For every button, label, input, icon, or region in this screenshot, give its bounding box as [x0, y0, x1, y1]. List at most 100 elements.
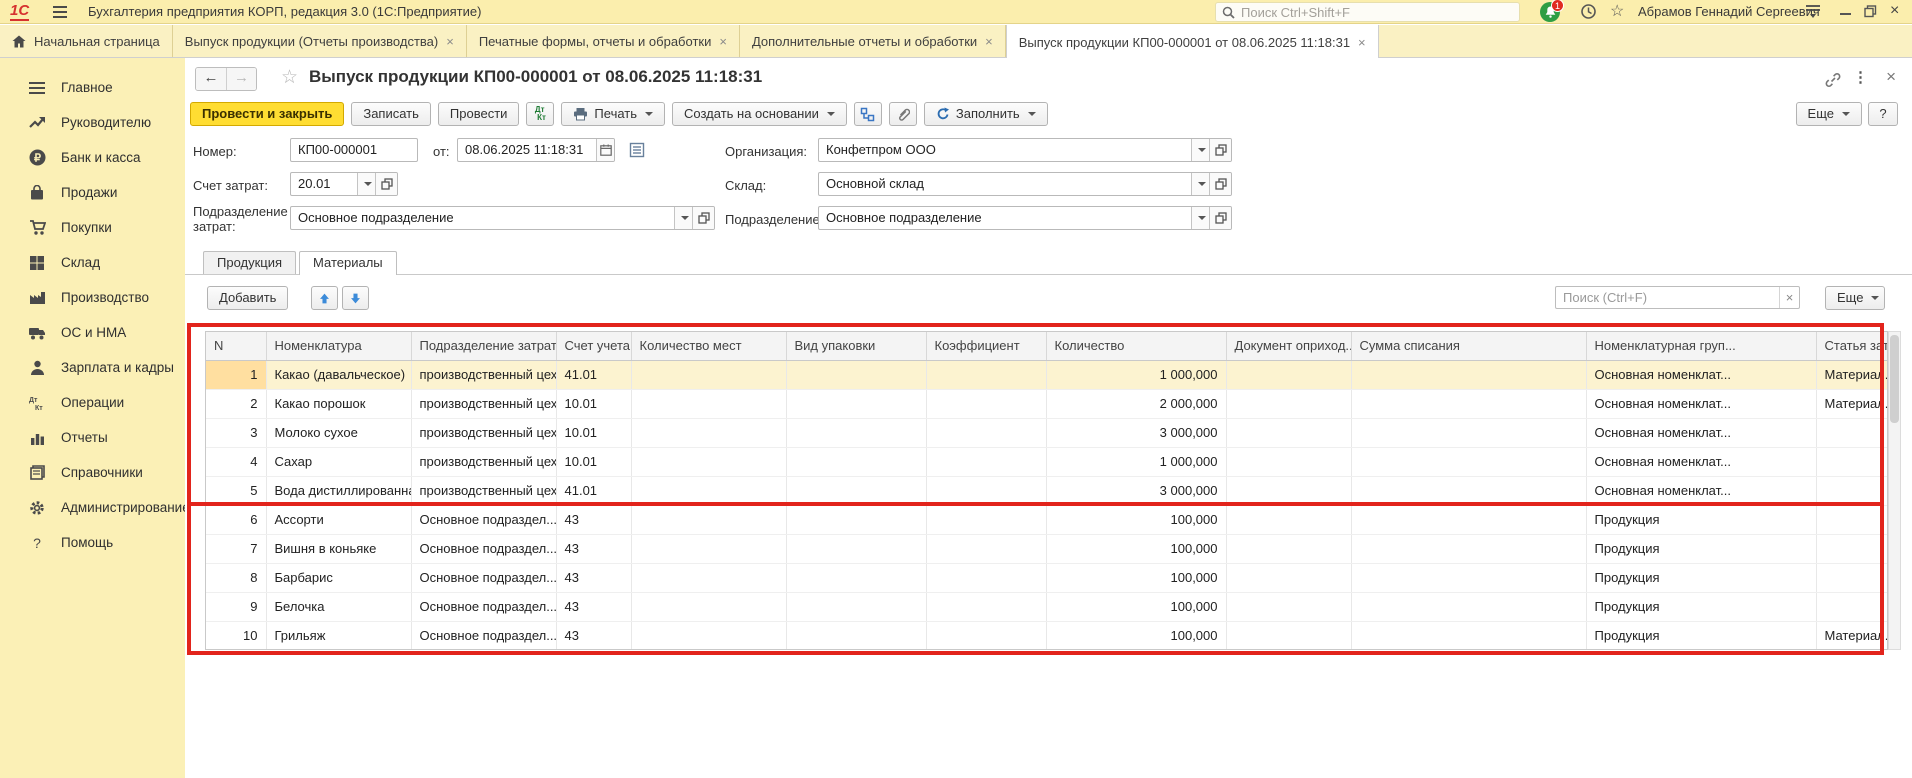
column-header-receipt-document[interactable]: Документ оприход... [1226, 332, 1351, 360]
cell-receipt-document[interactable] [1226, 563, 1351, 592]
more-button[interactable]: Еще [1796, 102, 1862, 126]
cell-writeoff-sum[interactable] [1351, 621, 1586, 650]
table-row[interactable]: 10ГрильяжОсновное подраздел...43100,000П… [206, 621, 1888, 650]
cell-cost-department[interactable]: производственный цех [411, 476, 556, 505]
cell-package-type[interactable] [786, 447, 926, 476]
cell-nomenclature[interactable]: Какао (давальческое) [266, 360, 411, 389]
open-link-icon[interactable] [1209, 207, 1231, 229]
cell-quantity[interactable]: 100,000 [1046, 592, 1226, 621]
cell-package-type[interactable] [786, 360, 926, 389]
clear-search-icon[interactable]: × [1779, 287, 1799, 308]
cell-coefficient[interactable] [926, 534, 1046, 563]
cell-package-type[interactable] [786, 621, 926, 650]
open-link-icon[interactable] [1209, 139, 1231, 161]
move-row-down-button[interactable] [342, 286, 369, 310]
move-row-up-button[interactable] [311, 286, 338, 310]
cell-coefficient[interactable] [926, 563, 1046, 592]
tab-products[interactable]: Продукция [203, 251, 296, 274]
cell-n[interactable]: 3 [206, 418, 266, 447]
cell-writeoff-sum[interactable] [1351, 447, 1586, 476]
cell-nomenclature[interactable]: Грильяж [266, 621, 411, 650]
cell-coefficient[interactable] [926, 447, 1046, 476]
cell-places[interactable] [631, 476, 786, 505]
tab-home[interactable]: Начальная страница [0, 25, 173, 57]
table-row[interactable]: 9БелочкаОсновное подраздел...43100,000Пр… [206, 592, 1888, 621]
cell-cost-item[interactable] [1816, 592, 1888, 621]
table-row[interactable]: 5Вода дистиллированнаяпроизводственный ц… [206, 476, 1888, 505]
tab-materials[interactable]: Материалы [299, 251, 397, 275]
cell-account[interactable]: 10.01 [556, 389, 631, 418]
cell-nomenclature-group[interactable]: Основная номенклат... [1586, 360, 1816, 389]
cell-account[interactable]: 10.01 [556, 447, 631, 476]
cell-n[interactable]: 10 [206, 621, 266, 650]
cell-quantity[interactable]: 100,000 [1046, 563, 1226, 592]
cell-cost-department[interactable]: Основное подраздел... [411, 534, 556, 563]
cell-nomenclature-group[interactable]: Продукция [1586, 563, 1816, 592]
main-menu-icon[interactable] [52, 5, 68, 19]
print-button[interactable]: Печать [561, 102, 665, 126]
cell-cost-item[interactable] [1816, 418, 1888, 447]
cell-quantity[interactable]: 1 000,000 [1046, 447, 1226, 476]
cell-places[interactable] [631, 563, 786, 592]
cell-nomenclature[interactable]: Сахар [266, 447, 411, 476]
cell-cost-department[interactable]: Основное подраздел... [411, 505, 556, 534]
cell-quantity[interactable]: 1 000,000 [1046, 360, 1226, 389]
cell-cost-department[interactable]: Основное подраздел... [411, 621, 556, 650]
current-user[interactable]: Абрамов Геннадий Сергеевич [1638, 4, 1820, 19]
cell-nomenclature[interactable]: Белочка [266, 592, 411, 621]
tab-print-forms[interactable]: Печатные формы, отчеты и обработки × [467, 25, 740, 57]
cell-nomenclature[interactable]: Молоко сухое [266, 418, 411, 447]
cell-receipt-document[interactable] [1226, 418, 1351, 447]
related-documents-button[interactable] [854, 102, 882, 126]
cell-quantity[interactable]: 100,000 [1046, 534, 1226, 563]
cost-account-field[interactable]: 20.01 [290, 172, 398, 196]
cell-account[interactable]: 43 [556, 563, 631, 592]
sidebar-item-catalogs[interactable]: Справочники [0, 455, 185, 490]
column-header-cost-item[interactable]: Статья затрат [1816, 332, 1888, 360]
sidebar-item-administration[interactable]: Администрирование [0, 490, 185, 525]
close-window-icon[interactable]: × [1890, 1, 1899, 21]
minimize-icon[interactable] [1840, 13, 1851, 15]
column-header-n[interactable]: N [206, 332, 266, 360]
cell-nomenclature[interactable]: Барбарис [266, 563, 411, 592]
cost-department-field[interactable]: Основное подразделение [290, 206, 715, 230]
cell-coefficient[interactable] [926, 592, 1046, 621]
cell-n[interactable]: 1 [206, 360, 266, 389]
cell-places[interactable] [631, 389, 786, 418]
cell-cost-department[interactable]: производственный цех [411, 447, 556, 476]
write-button[interactable]: Записать [351, 102, 431, 126]
cell-cost-item[interactable] [1816, 534, 1888, 563]
cell-nomenclature-group[interactable]: Продукция [1586, 621, 1816, 650]
cell-coefficient[interactable] [926, 389, 1046, 418]
cell-n[interactable]: 4 [206, 447, 266, 476]
close-tab-icon[interactable]: × [1358, 36, 1366, 49]
cell-places[interactable] [631, 418, 786, 447]
back-button[interactable]: ← [196, 68, 226, 90]
cell-account[interactable]: 10.01 [556, 418, 631, 447]
grid-search-input[interactable]: Поиск (Ctrl+F) × [1555, 286, 1800, 309]
cell-n[interactable]: 2 [206, 389, 266, 418]
table-scrollbar[interactable] [1888, 331, 1901, 650]
cell-writeoff-sum[interactable] [1351, 563, 1586, 592]
history-icon[interactable] [1580, 3, 1597, 20]
cell-receipt-document[interactable] [1226, 592, 1351, 621]
maximize-icon[interactable] [1864, 5, 1877, 18]
cell-places[interactable] [631, 447, 786, 476]
cell-cost-item[interactable] [1816, 505, 1888, 534]
dropdown-icon[interactable] [674, 207, 692, 229]
column-header-cost-department[interactable]: Подразделение затрат [411, 332, 556, 360]
column-header-writeoff-sum[interactable]: Сумма списания [1351, 332, 1586, 360]
sidebar-item-help[interactable]: ? Помощь [0, 525, 185, 560]
table-row[interactable]: 7Вишня в коньякеОсновное подраздел...431… [206, 534, 1888, 563]
cell-receipt-document[interactable] [1226, 621, 1351, 650]
cell-writeoff-sum[interactable] [1351, 505, 1586, 534]
cell-coefficient[interactable] [926, 476, 1046, 505]
cell-writeoff-sum[interactable] [1351, 534, 1586, 563]
cell-coefficient[interactable] [926, 505, 1046, 534]
close-tab-icon[interactable]: × [446, 35, 454, 48]
cell-nomenclature[interactable]: Ассорти [266, 505, 411, 534]
dropdown-icon[interactable] [1191, 207, 1209, 229]
sidebar-item-sales[interactable]: Продажи [0, 175, 185, 210]
sidebar-item-production[interactable]: Производство [0, 280, 185, 315]
cell-package-type[interactable] [786, 418, 926, 447]
